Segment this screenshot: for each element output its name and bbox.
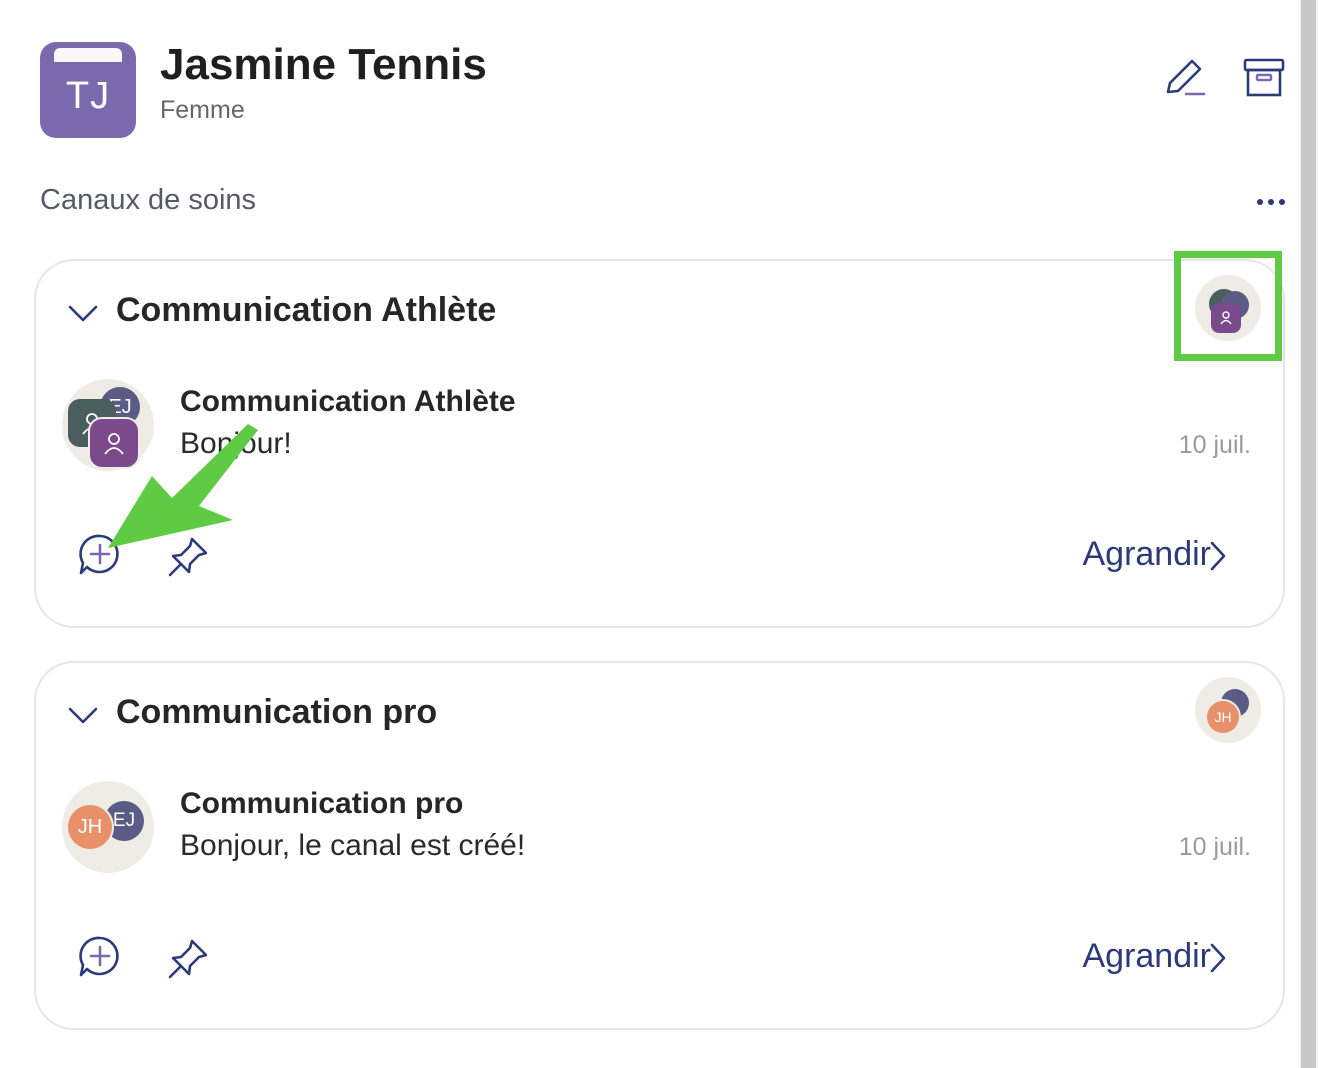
channel-avatar: EJ <box>62 379 154 471</box>
highlight-box <box>1174 251 1282 361</box>
channel-members-avatar[interactable]: JH <box>1195 677 1261 743</box>
pin-icon[interactable] <box>166 535 210 579</box>
new-message-icon[interactable] <box>78 533 122 577</box>
channel-card: Communication Athlète EJ Communication A… <box>34 259 1285 628</box>
channel-title[interactable]: Communication Athlète <box>116 291 496 330</box>
patient-initials: TJ <box>65 74 111 117</box>
message-title[interactable]: Communication pro <box>180 787 463 821</box>
message-date: 10 juil. <box>1178 833 1251 861</box>
expand-button[interactable]: Agrandir <box>1082 535 1211 574</box>
folder-tab-icon <box>54 48 122 62</box>
person-icon <box>90 419 138 467</box>
channel-title[interactable]: Communication pro <box>116 693 437 732</box>
patient-name: Jasmine Tennis <box>160 40 487 89</box>
more-options-icon[interactable] <box>1252 190 1292 214</box>
patient-gender: Femme <box>160 96 245 124</box>
section-title: Canaux de soins <box>40 184 257 216</box>
member-initials: JH <box>1207 701 1239 733</box>
message-preview[interactable]: Bonjour! <box>180 427 292 461</box>
archive-box-icon[interactable] <box>1242 56 1286 100</box>
message-date: 10 juil. <box>1178 431 1251 459</box>
pin-icon[interactable] <box>166 937 210 981</box>
member-initials: JH <box>68 805 112 849</box>
chevron-right-icon[interactable] <box>1207 941 1229 975</box>
channel-card: Communication pro JH EJ JH Communication… <box>34 661 1285 1030</box>
edit-pencil-icon[interactable] <box>1162 56 1206 100</box>
new-message-icon[interactable] <box>78 935 122 979</box>
scrollbar-thumb[interactable] <box>1301 0 1316 1068</box>
patient-avatar: TJ <box>40 42 136 138</box>
chevron-right-icon[interactable] <box>1207 539 1229 573</box>
expand-button[interactable]: Agrandir <box>1082 937 1211 976</box>
chevron-down-icon[interactable] <box>66 703 100 727</box>
message-preview[interactable]: Bonjour, le canal est créé! <box>180 829 525 863</box>
chevron-down-icon[interactable] <box>66 301 100 325</box>
channel-avatar: EJ JH <box>62 781 154 873</box>
message-title[interactable]: Communication Athlète <box>180 385 516 419</box>
